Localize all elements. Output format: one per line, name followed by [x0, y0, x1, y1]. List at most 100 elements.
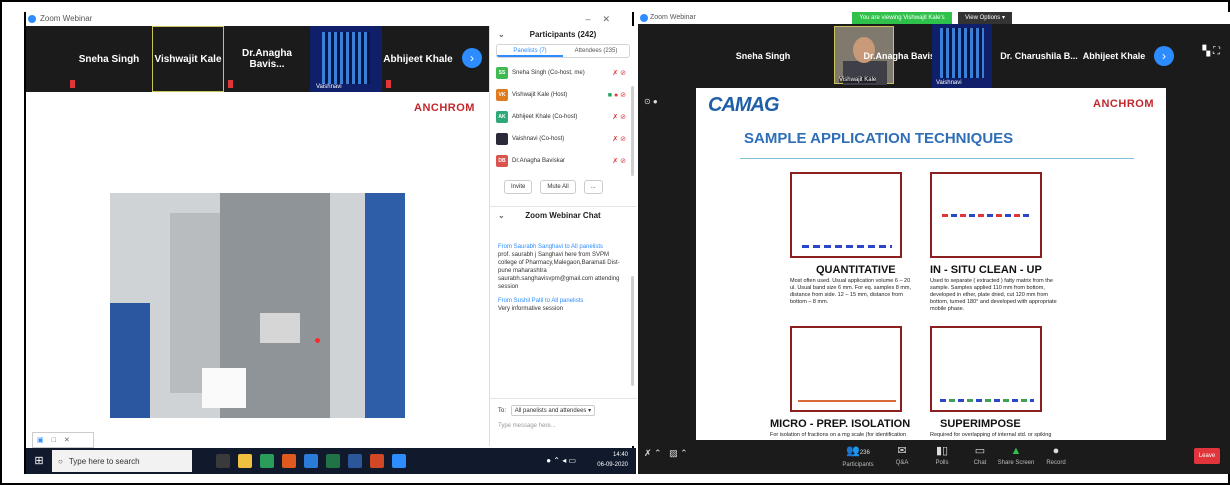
camag-logo: CAMAG — [708, 94, 780, 116]
avatar: AK — [496, 111, 508, 123]
mic-video-off-icons[interactable]: ✗ ⊘ — [612, 135, 626, 143]
participants-title: Participants (242) — [529, 30, 597, 39]
participants-panel: ⌄ Participants (242) Panelists (7) Atten… — [489, 26, 637, 446]
tile-name: Abhijeet Khale — [1082, 51, 1146, 61]
tile-name: Vishwajit Kale — [154, 53, 222, 65]
video-tile[interactable]: Abhijeet Khale — [382, 26, 454, 92]
chrome-icon[interactable] — [282, 454, 296, 468]
screen-thumbnail — [940, 28, 984, 78]
tile-name: Dr. Charushila B... — [1000, 51, 1078, 61]
excel-icon[interactable] — [326, 454, 340, 468]
fullscreen-icon[interactable]: ▚ ⛶ — [1203, 46, 1220, 57]
tile-name: Dr.Anagha Bavis... — [241, 48, 292, 70]
mic-video-off-icons[interactable]: ✗ ⊘ — [612, 157, 626, 165]
control-label: Chat — [973, 460, 987, 466]
record-icon: ● — [1052, 445, 1060, 457]
clock[interactable]: 14:40 06-09-2020 — [597, 450, 628, 470]
powerpoint-icon[interactable] — [370, 454, 384, 468]
video-tile[interactable]: Dr.Anagha Bavis... — [224, 26, 310, 92]
participant-row[interactable]: DB Dr.Anagha Baviskar ✗ ⊘ — [490, 150, 636, 172]
tile-name: Vaishnavi — [936, 80, 962, 86]
chevron-down-icon[interactable]: ⌄ — [498, 207, 505, 225]
clock-date: 06-09-2020 — [597, 462, 628, 468]
chat-scrollbar[interactable] — [631, 276, 634, 386]
view-options-button[interactable]: View Options ▾ — [958, 12, 1012, 24]
right-zoom-window: Zoom Webinar You are viewing Vishwajit K… — [638, 12, 1230, 474]
recipient-select[interactable]: All panelists and attendees ▾ — [510, 405, 596, 416]
system-tray-icons[interactable]: ● ⌃ ◂ ▭ — [546, 456, 576, 465]
shared-screen: ANCHROM — [26, 92, 489, 432]
mute-all-button[interactable]: Mute All — [540, 180, 576, 194]
chat-sender: From Saurabh Sanghavi to All panelists — [498, 244, 604, 250]
control-label: Record — [1046, 460, 1066, 466]
share-screen-icon: ▲ — [1010, 445, 1022, 457]
avatar: DB — [496, 155, 508, 167]
leave-button[interactable]: Leave — [1194, 448, 1220, 464]
audio-video-controls[interactable]: ✗ ⌃ ▨ ⌃ — [644, 448, 688, 459]
video-tile[interactable]: Sneha Singh — [66, 26, 152, 92]
video-tile[interactable]: Vishwajit Kale — [152, 26, 224, 92]
polls-control[interactable]: ▮▯ Polls — [922, 442, 962, 466]
windows-start-icon[interactable]: ⊞ — [26, 448, 52, 474]
mic-video-off-icons[interactable]: ✗ ⊘ — [612, 113, 626, 121]
participants-control[interactable]: 👥236 Participants — [838, 442, 878, 468]
next-page-icon[interactable]: › — [1154, 46, 1174, 66]
zoom-taskbar-icon[interactable] — [392, 454, 406, 468]
share-screen-control[interactable]: ▲ Share Screen — [996, 442, 1036, 466]
participant-row[interactable]: VK Vishwajit Kale (Host) ■ ● ⊘ — [490, 84, 636, 106]
mic-muted-icon — [228, 80, 233, 88]
video-strip: Sneha Singh Vishwajit Kale Dr.Anagha Bav… — [638, 24, 1230, 88]
participant-row[interactable]: SS Sneha Singh (Co-host, me) ✗ ⊘ — [490, 62, 636, 84]
micro-prep-plate — [790, 326, 902, 412]
tab-attendees[interactable]: Attendees (235) — [563, 45, 629, 57]
chat-message: From Saurabh Sanghavi to All panelists p… — [490, 243, 636, 291]
clock-time: 14:40 — [612, 452, 628, 458]
store-icon[interactable] — [304, 454, 318, 468]
meeting-controls: ✗ ⌃ ▨ ⌃ 👥236 Participants ✉ Q&A ▮▯ Polls… — [638, 440, 1230, 474]
chevron-down-icon[interactable]: ⌄ — [498, 26, 505, 44]
participant-row[interactable]: Vaishnavi (Co-host) ✗ ⊘ — [490, 128, 636, 150]
video-tile[interactable]: Sneha Singh — [718, 24, 808, 88]
video-tile-thumbnail[interactable]: Vaishnavi — [932, 24, 992, 88]
window-title: Zoom Webinar — [650, 14, 696, 21]
chat-header: ⌄ Zoom Webinar Chat — [490, 207, 636, 225]
tab-panelists[interactable]: Panelists (7) — [497, 45, 563, 57]
left-titlebar: Zoom Webinar –✕ — [26, 12, 632, 26]
mic-muted-icon — [70, 80, 75, 88]
in-situ-plate — [930, 172, 1042, 258]
participants-scrollbar[interactable] — [631, 86, 634, 176]
tile-name: Abhijeet Khale — [383, 53, 453, 65]
chat-control[interactable]: ▭ Chat — [960, 442, 1000, 466]
more-button[interactable]: ... — [583, 180, 603, 194]
record-control[interactable]: ● Record — [1036, 442, 1076, 466]
tile-name: Sneha Singh — [78, 53, 140, 65]
window-controls[interactable]: –✕ — [585, 12, 622, 26]
participants-icon: 👥236 — [846, 445, 870, 457]
participants-tabs: Panelists (7) Attendees (235) — [496, 44, 630, 58]
chat-input[interactable]: Type message here... — [498, 423, 629, 429]
video-tile-thumbnail[interactable]: Vaishnavi — [310, 26, 382, 92]
close-icon[interactable]: ✕ — [64, 436, 70, 444]
word-icon[interactable] — [348, 454, 362, 468]
tile-name: Vaishnavi — [316, 84, 342, 90]
avatar: SS — [496, 67, 508, 79]
taskbar-preview[interactable]: ▣ □ ✕ — [32, 432, 94, 448]
share-mic-icons[interactable]: ■ ● ⊘ — [608, 91, 626, 99]
participant-row[interactable]: AK Abhijeet Khale (Co-host) ✗ ⊘ — [490, 106, 636, 128]
taskbar-search[interactable]: ○ Type here to search — [52, 450, 192, 472]
edge-icon[interactable] — [260, 454, 274, 468]
qa-control[interactable]: ✉ Q&A — [882, 442, 922, 466]
mic-video-off-icons[interactable]: ✗ ⊘ — [612, 69, 626, 77]
quantitative-label: QUANTITATIVE — [816, 264, 896, 276]
screen-thumbnail — [322, 32, 370, 84]
task-view-icon[interactable] — [216, 454, 230, 468]
shared-slide: CAMAG ANCHROM SAMPLE APPLICATION TECHNIQ… — [696, 88, 1166, 440]
invite-button[interactable]: Invite — [504, 180, 533, 194]
file-explorer-icon[interactable] — [238, 454, 252, 468]
video-strip: Sneha Singh Vishwajit Kale Dr.Anagha Bav… — [26, 26, 489, 92]
chat-message: From Sushil Patil to All panelists Very … — [490, 297, 636, 313]
next-page-icon[interactable]: › — [462, 48, 482, 68]
video-tile[interactable]: Abhijeet Khale — [1082, 24, 1146, 88]
video-tile[interactable]: Dr. Charushila B... — [996, 24, 1082, 88]
maximize-icon[interactable]: □ — [52, 437, 56, 444]
